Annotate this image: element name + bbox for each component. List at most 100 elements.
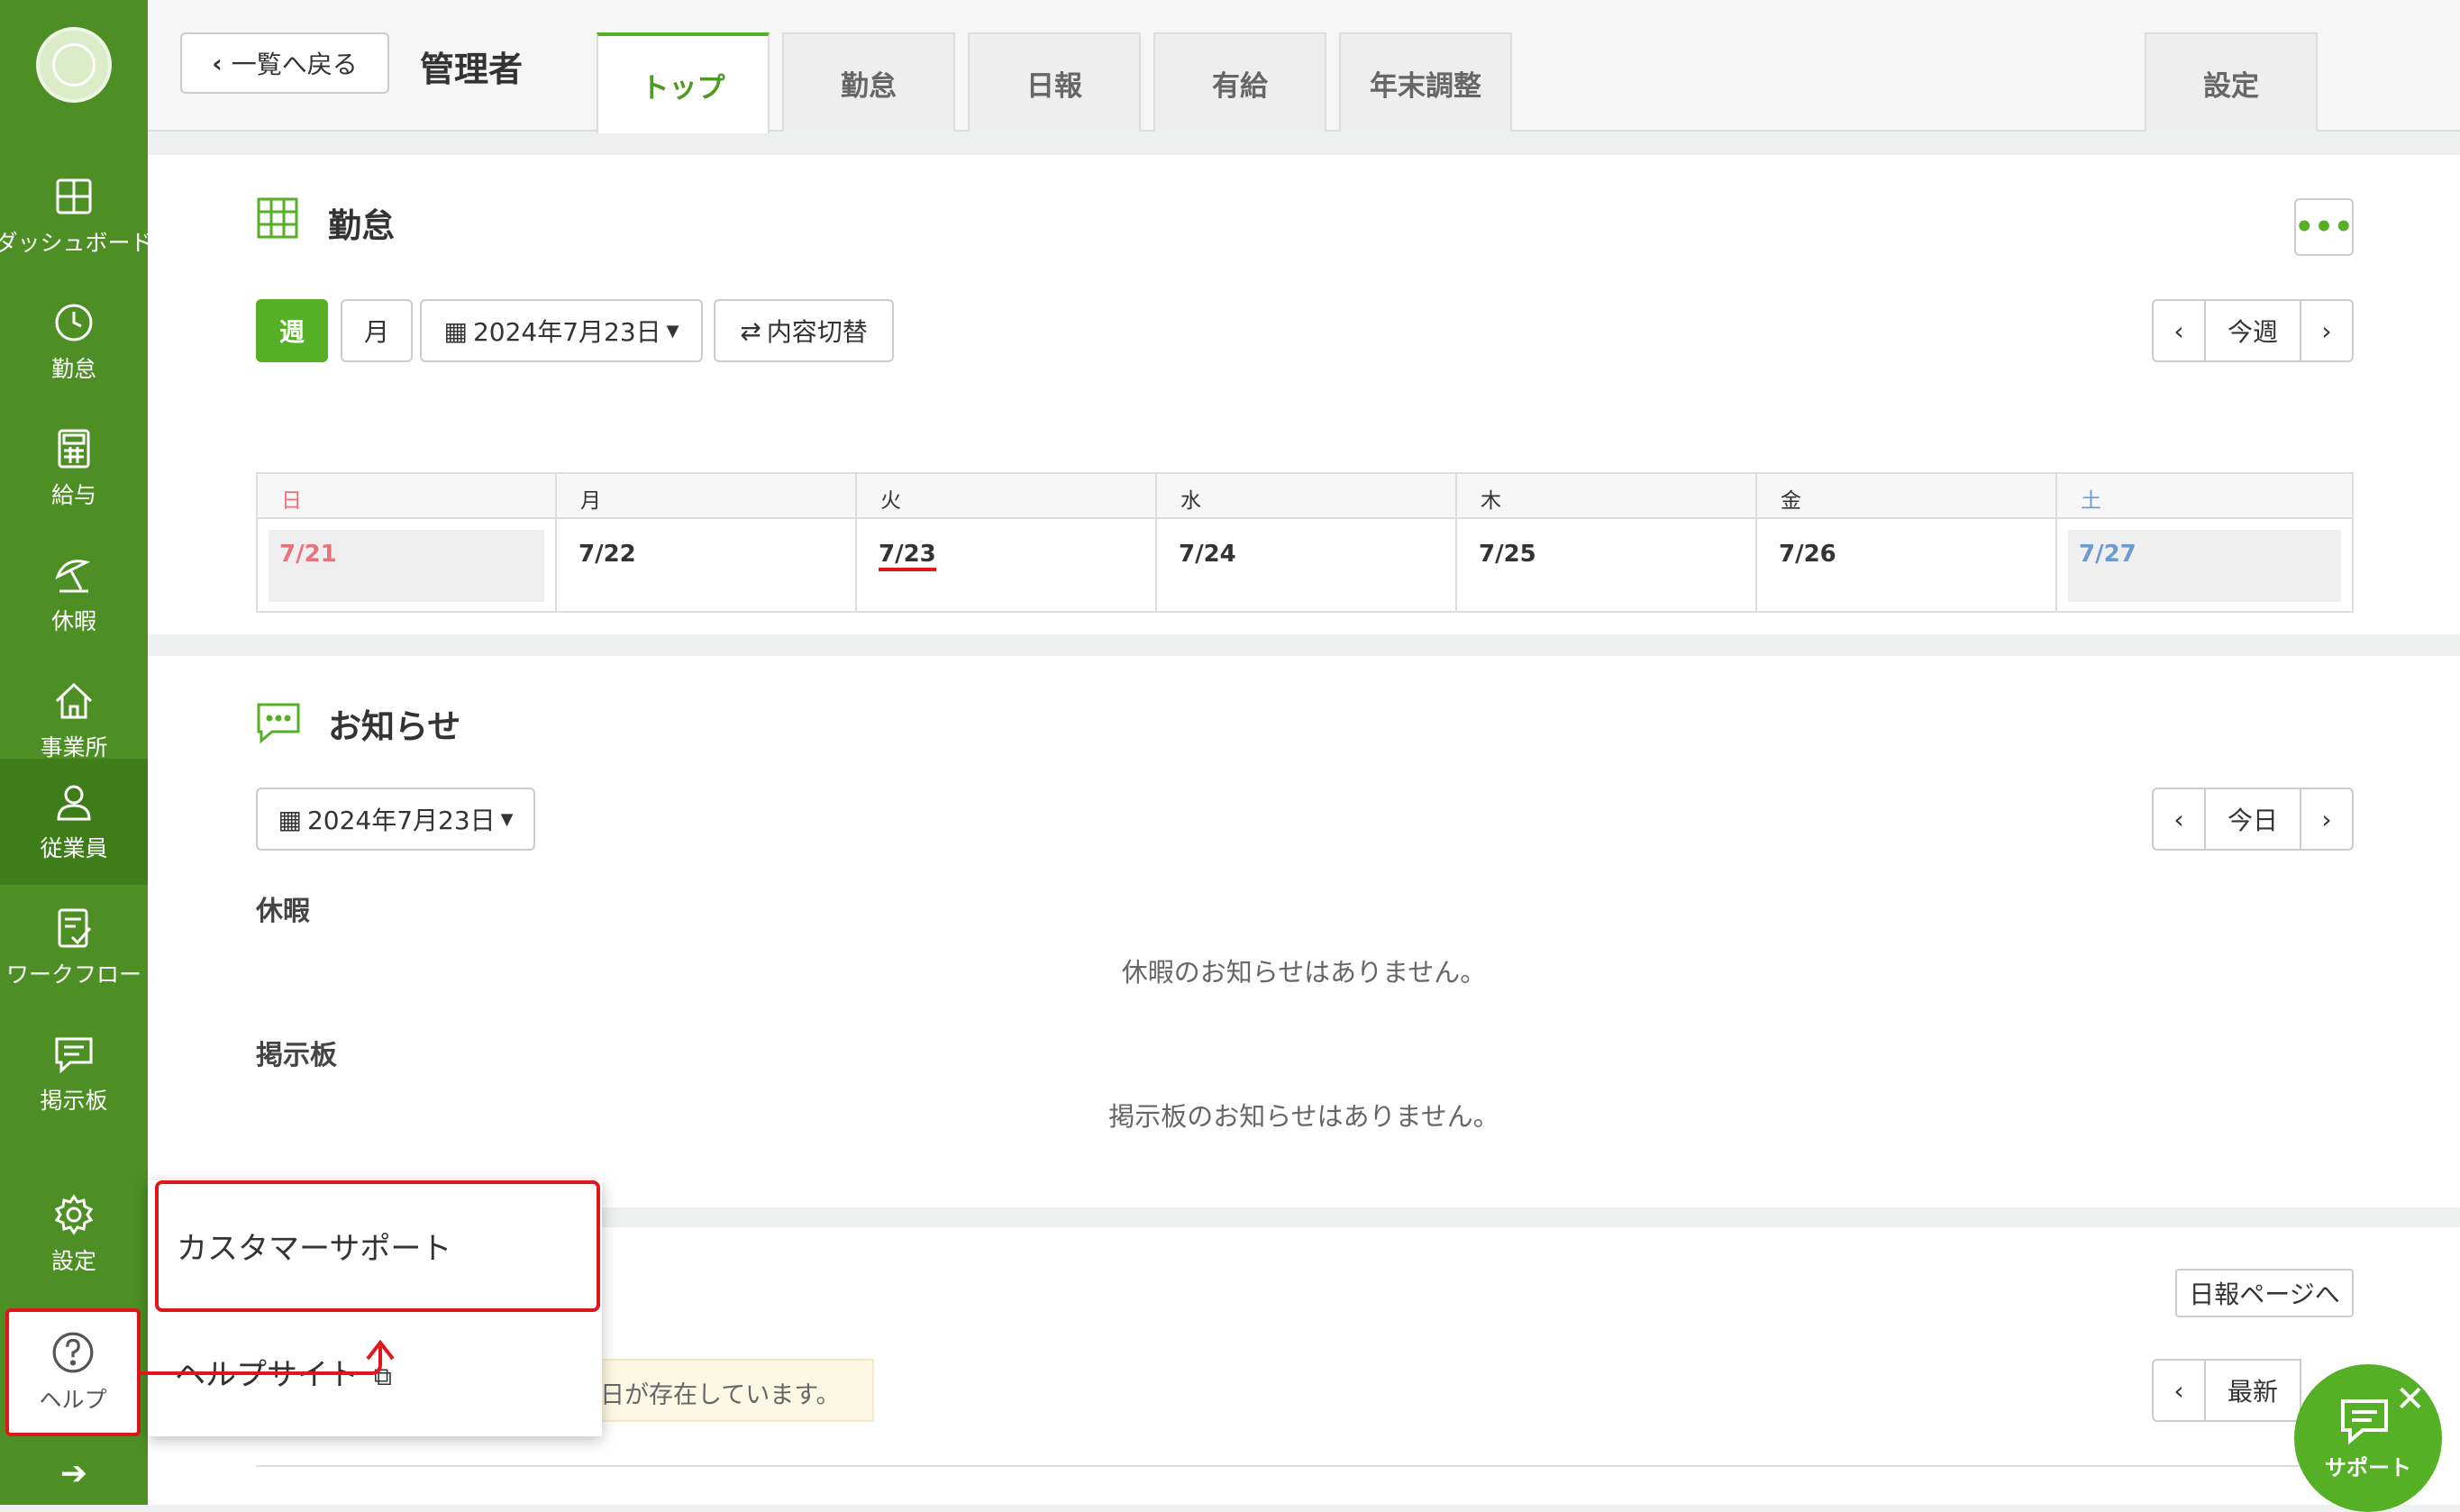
umbrella-icon	[55, 560, 91, 593]
day-date: 7/23	[868, 530, 1144, 602]
person-icon	[57, 785, 91, 821]
tab-attendance[interactable]: 勤怠	[782, 32, 955, 132]
prev-day-button[interactable]: ‹	[2152, 788, 2206, 851]
calendar-day[interactable]: 土 7/27	[2057, 474, 2352, 611]
sidebar-item-payroll[interactable]: 給与	[0, 405, 148, 532]
week-calendar: 日 7/21 月 7/22 火 7/23 水 7/24 木 7/25 金 7/2…	[256, 472, 2354, 613]
calendar-day[interactable]: 木 7/25	[1457, 474, 1757, 611]
clock-icon	[55, 304, 93, 342]
sidebar-item-label: 掲示板	[40, 1088, 108, 1114]
section-title: お知らせ	[328, 707, 461, 746]
calendar-day[interactable]: 月 7/22	[557, 474, 857, 611]
notices-card: お知らせ ▦ 2024年7月23日 ▼ ‹ 今日 › 休暇 休暇のお知らせはあり…	[148, 656, 2460, 1207]
prev-report-button[interactable]: ‹	[2152, 1359, 2206, 1422]
day-name: 火	[857, 474, 1155, 519]
today-button[interactable]: 今日	[2204, 788, 2301, 851]
dashboard-icon	[56, 178, 92, 214]
sidebar-item-label: 勤怠	[50, 356, 96, 382]
customer-support-menu-item[interactable]: カスタマーサポート	[155, 1180, 600, 1312]
message-icon	[55, 1037, 93, 1074]
day-date: 7/26	[1779, 541, 1836, 568]
calendar-day[interactable]: 水 7/24	[1157, 474, 1457, 611]
calendar-day-today[interactable]: 火 7/23	[857, 474, 1157, 611]
sidebar-item-dashboard[interactable]: ダッシュボード	[0, 153, 153, 279]
back-button[interactable]: ‹ 一覧へ戻る	[180, 32, 389, 94]
latest-button[interactable]: 最新	[2204, 1359, 2301, 1422]
swap-icon: ⇄	[740, 315, 761, 346]
notices-date-picker-button[interactable]: ▦ 2024年7月23日 ▼	[256, 788, 535, 851]
sidebar-item-label: ダッシュボード	[0, 230, 153, 256]
sidebar: ダッシュボード 勤怠 給与 休暇 事業所 従業員 ワークフロー 掲示板 設定 ヘ…	[0, 0, 153, 1505]
gear-icon	[54, 1194, 94, 1235]
tab-paid-leave[interactable]: 有給	[1153, 32, 1326, 132]
date-picker-label: 2024年7月23日	[306, 806, 496, 835]
sidebar-item-leave[interactable]: 休暇	[0, 532, 148, 658]
week-button[interactable]: 週	[256, 299, 328, 362]
switch-content-label: 内容切替	[766, 317, 868, 347]
calendar-grid-icon	[257, 197, 298, 239]
next-day-button[interactable]: ›	[2300, 788, 2354, 851]
sidebar-item-label: 設定	[50, 1248, 96, 1274]
caret-down-icon: ▼	[666, 321, 679, 341]
sidebar-item-help[interactable]: ヘルプ	[5, 1308, 141, 1436]
sidebar-item-board[interactable]: 掲示板	[0, 1011, 148, 1137]
month-button[interactable]: 月	[341, 299, 413, 362]
sidebar-item-label: ワークフロー	[5, 961, 141, 988]
day-date: 7/21	[269, 530, 544, 602]
board-heading: 掲示板	[256, 1040, 337, 1071]
tab-top[interactable]: トップ	[597, 32, 770, 133]
annotation-arrow	[139, 1339, 395, 1375]
back-button-label: 一覧へ戻る	[231, 50, 358, 79]
chevron-left-icon: ‹	[2173, 315, 2184, 346]
support-label: サポート	[2325, 1454, 2411, 1480]
calendar-day[interactable]: 金 7/26	[1757, 474, 2057, 611]
tab-settings[interactable]: 設定	[2145, 32, 2318, 132]
sidebar-item-label: ヘルプ	[39, 1387, 107, 1413]
daily-report-page-button[interactable]: 日報ページへ	[2175, 1269, 2354, 1317]
date-picker-button[interactable]: ▦ 2024年7月23日 ▼	[420, 299, 703, 362]
more-options-button[interactable]: •••	[2294, 198, 2354, 256]
attendance-card: 勤怠 ••• 週 月 ▦ 2024年7月23日 ▼ ⇄ 内容切替 ‹ 今週 › …	[148, 155, 2460, 634]
workflow-icon	[58, 908, 92, 948]
sidebar-item-workflow[interactable]: ワークフロー	[0, 885, 148, 1011]
day-date: 7/22	[579, 541, 636, 568]
sidebar-item-label: 休暇	[50, 608, 96, 634]
chevron-left-icon: ‹	[212, 48, 223, 78]
sidebar-item-employees[interactable]: 従業員	[0, 759, 148, 885]
expand-arrow-icon[interactable]: ➔	[0, 1442, 148, 1505]
day-name: 水	[1157, 474, 1455, 519]
leave-heading: 休暇	[256, 896, 310, 927]
day-name: 金	[1757, 474, 2055, 519]
prev-week-button[interactable]: ‹	[2152, 299, 2206, 362]
support-chat-icon	[2341, 1398, 2388, 1444]
divider	[256, 1465, 2354, 1467]
home-icon	[55, 682, 93, 719]
sidebar-item-label: 給与	[50, 482, 96, 508]
daily-alert: 日が存在しています。	[586, 1359, 874, 1422]
chat-bubble-icon	[257, 703, 300, 744]
tab-daily-report[interactable]: 日報	[968, 32, 1141, 132]
caret-down-icon: ▼	[500, 809, 514, 829]
day-name: 月	[557, 474, 855, 519]
close-icon[interactable]: ✕	[2395, 1379, 2435, 1420]
date-picker-label: 2024年7月23日	[472, 317, 661, 347]
this-week-button[interactable]: 今週	[2204, 299, 2301, 362]
logo[interactable]	[36, 27, 112, 103]
day-name: 日	[258, 474, 555, 519]
day-name: 土	[2057, 474, 2352, 519]
smile-icon	[52, 43, 96, 87]
help-icon	[52, 1332, 94, 1373]
calendar-icon: ▦	[278, 804, 302, 834]
sidebar-item-label: 事業所	[40, 734, 108, 761]
day-date: 7/25	[1479, 541, 1536, 568]
chevron-right-icon: ›	[2321, 804, 2332, 834]
tab-year-end[interactable]: 年末調整	[1339, 32, 1512, 132]
day-date: 7/27	[2068, 530, 2341, 602]
next-week-button[interactable]: ›	[2300, 299, 2354, 362]
sidebar-item-settings[interactable]: 設定	[0, 1171, 148, 1298]
calculator-icon	[58, 429, 90, 469]
sidebar-item-attendance[interactable]: 勤怠	[0, 279, 148, 405]
top-bar: ‹ 一覧へ戻る 管理者 トップ 勤怠 日報 有給 年末調整 設定	[148, 0, 2460, 133]
switch-content-button[interactable]: ⇄ 内容切替	[714, 299, 894, 362]
calendar-day[interactable]: 日 7/21	[258, 474, 557, 611]
